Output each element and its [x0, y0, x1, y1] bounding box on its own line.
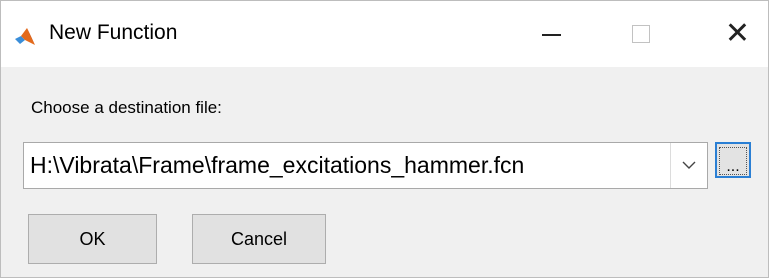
browse-button[interactable]: ...	[715, 142, 751, 178]
ok-button[interactable]: OK	[28, 214, 157, 264]
dropdown-arrow-button[interactable]	[670, 143, 707, 188]
title-bar[interactable]: New Function ✕	[1, 1, 768, 67]
close-button[interactable]: ✕	[707, 1, 768, 67]
destination-file-combobox[interactable]: H:\Vibrata\Frame\frame_excitations_hamme…	[23, 142, 708, 189]
minimize-button[interactable]	[521, 1, 581, 67]
cancel-button[interactable]: Cancel	[192, 214, 326, 264]
destination-file-value[interactable]: H:\Vibrata\Frame\frame_excitations_hamme…	[30, 152, 524, 179]
minimize-icon	[541, 34, 561, 36]
chevron-down-icon	[682, 161, 696, 169]
new-function-dialog: New Function ✕ Choose a destination file…	[0, 0, 769, 278]
maximize-button[interactable]	[611, 1, 671, 67]
window-title: New Function	[49, 21, 178, 44]
destination-prompt-label: Choose a destination file:	[31, 98, 222, 117]
close-icon: ✕	[724, 17, 751, 50]
matlab-logo-icon	[14, 26, 36, 48]
maximize-icon	[632, 25, 650, 43]
browse-button-label: ...	[719, 147, 747, 175]
